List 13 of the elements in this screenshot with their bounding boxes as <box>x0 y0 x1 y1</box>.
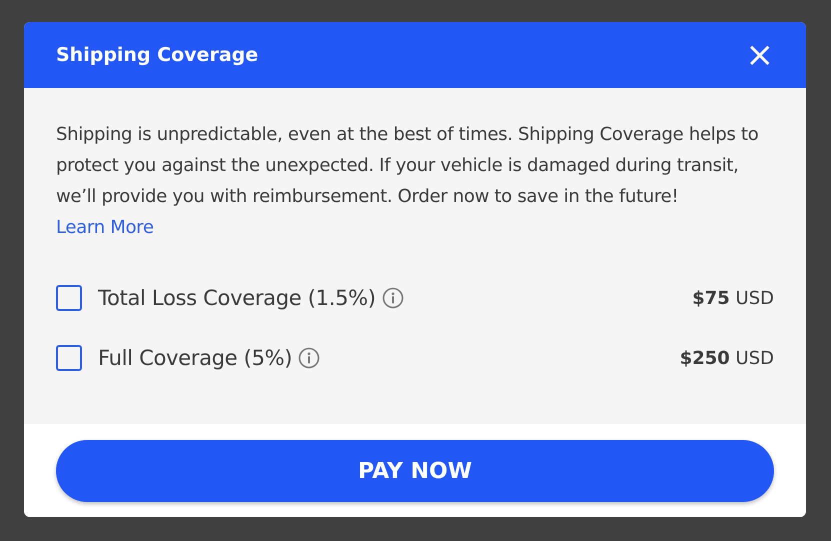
option-label: Full Coverage (5%) <box>98 346 292 370</box>
info-icon[interactable] <box>298 347 320 369</box>
info-icon[interactable] <box>382 287 404 309</box>
checkbox[interactable] <box>56 285 82 311</box>
learn-more-link[interactable]: Learn More <box>56 217 154 238</box>
description-text: Shipping is unpredictable, even at the best of times. Shipping Coverage helps to protect you against the unexpected. If your vehicle is damaged during transit, we’ll provide you with reimbursement. Order now to save in the future! Learn More <box>56 123 760 240</box>
option-label: Total Loss Coverage (1.5%) <box>98 286 376 310</box>
dialog-title: Shipping Coverage <box>56 44 258 66</box>
checkbox[interactable] <box>56 345 82 371</box>
close-button[interactable]: × <box>742 38 778 72</box>
pay-now-button[interactable]: PAY NOW <box>56 440 774 502</box>
option-price: $250 USD <box>680 348 774 368</box>
option-price: $75 USD <box>692 288 774 308</box>
